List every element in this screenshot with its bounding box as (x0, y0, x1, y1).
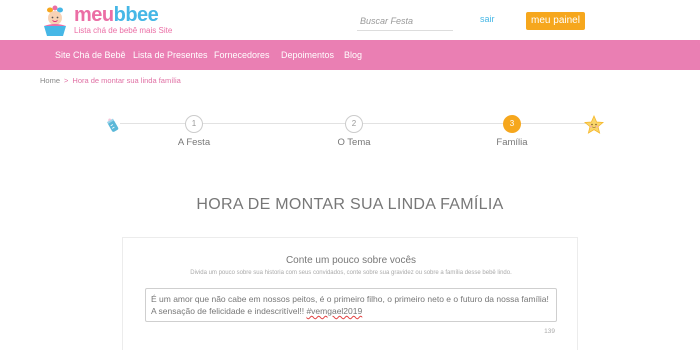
progress-stepper: 1 2 3 A Festa O Tema Família (0, 110, 700, 150)
nav-item-depoimentos[interactable]: Depoimentos (281, 40, 334, 70)
step-2-label: O Tema (337, 137, 371, 148)
star-icon (583, 115, 605, 134)
story-textarea[interactable]: É um amor que não cabe em nossos peitos,… (145, 288, 557, 322)
step-3-label: Família (496, 137, 528, 148)
card-title: Conte um pouco sobre vocês (285, 255, 417, 266)
my-panel-button[interactable]: meu painel (526, 12, 585, 30)
logo[interactable]: meubbee Lista chá de bebê mais Site (38, 4, 178, 38)
nav-item-lista-de-presentes[interactable]: Lista de Presentes (133, 40, 208, 70)
header: meubbee Lista chá de bebê mais Site sair… (0, 0, 700, 40)
breadcrumb-separator: > (64, 76, 69, 85)
breadcrumb-home[interactable]: Home (40, 76, 60, 85)
logout-link[interactable]: sair (480, 14, 495, 24)
nav-item-site-cha-de-bebe[interactable]: Site Chá de Bebê (55, 40, 126, 70)
step-2-circle[interactable]: 2 (345, 115, 363, 133)
about-us-card: Conte um pouco sobre vocês Divida um pou… (122, 237, 578, 350)
breadcrumb-current: Hora de montar sua linda família (72, 76, 181, 85)
baby-logo-icon (44, 5, 66, 36)
page-title: HORA DE MONTAR SUA LINDA FAMÍLIA (196, 196, 504, 213)
step-3-circle[interactable]: 3 (503, 115, 521, 133)
logo-wordmark: meubbee (74, 4, 159, 26)
card-subtitle: Divida um pouco sobre sua historia com s… (190, 270, 512, 276)
char-counter: 139 (544, 328, 555, 335)
baby-bottle-icon (106, 118, 119, 132)
logo-tagline: Lista chá de bebê mais Site (74, 26, 173, 35)
story-hashtag: #vemgael2019 (306, 306, 363, 316)
nav-item-fornecedores[interactable]: Fornecedores (214, 40, 270, 70)
step-1-circle[interactable]: 1 (185, 115, 203, 133)
main-nav: Site Chá de Bebê Lista de Presentes Forn… (0, 40, 700, 70)
step-1-label: A Festa (177, 137, 211, 148)
search-input[interactable] (357, 12, 453, 31)
breadcrumb: Home > Hora de montar sua linda família (40, 76, 181, 85)
nav-item-blog[interactable]: Blog (344, 40, 362, 70)
